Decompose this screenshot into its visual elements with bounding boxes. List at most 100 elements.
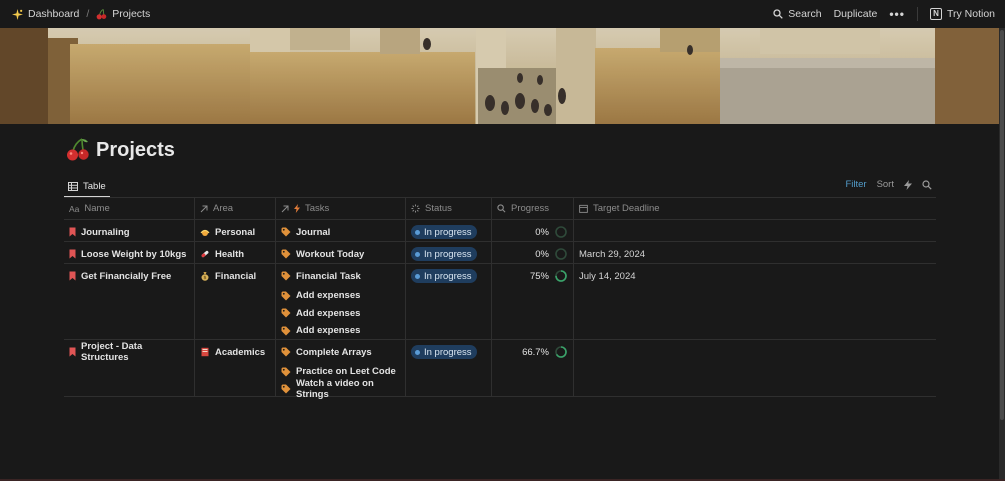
cell-area[interactable]: Health xyxy=(195,242,276,263)
cell-name[interactable]: Get Financially Free xyxy=(64,264,195,339)
breadcrumb-dashboard[interactable]: Dashboard xyxy=(12,8,79,20)
task-label: Practice on Leet Code xyxy=(296,366,396,378)
search-label: Search xyxy=(788,8,822,20)
area-link[interactable]: $ Financial xyxy=(200,269,270,283)
sparkle-icon xyxy=(12,8,23,20)
area-label: Financial xyxy=(215,270,257,282)
cell-name[interactable]: Journaling xyxy=(64,220,195,241)
tag-icon xyxy=(281,347,291,357)
column-header-status[interactable]: Status xyxy=(406,198,492,219)
cell-deadline[interactable]: March 29, 2024 xyxy=(574,242,936,263)
tab-table-label: Table xyxy=(83,180,106,192)
cell-tasks[interactable]: Financial Task Add expenses Add expenses Ad… xyxy=(276,264,406,339)
cell-area[interactable]: $ Financial xyxy=(195,264,276,339)
table-row[interactable]: Journaling Personal Journal In progress 0% xyxy=(64,220,936,242)
column-header-tasks[interactable]: Tasks xyxy=(276,198,406,219)
column-header-progress[interactable]: Progress xyxy=(492,198,574,219)
task-item[interactable]: Complete Arrays xyxy=(281,345,400,359)
task-item[interactable]: Add expenses xyxy=(281,287,400,305)
progress-value: 0% xyxy=(535,226,549,238)
cell-deadline[interactable] xyxy=(574,220,936,241)
status-badge[interactable]: In progress xyxy=(411,247,477,261)
cell-status[interactable]: In progress xyxy=(406,242,492,263)
column-header-deadline[interactable]: Target Deadline xyxy=(574,198,936,219)
status-badge[interactable]: In progress xyxy=(411,345,477,359)
more-options-button[interactable]: ••• xyxy=(889,7,905,21)
status-label: In progress xyxy=(424,346,472,358)
search-button[interactable]: Search xyxy=(773,8,822,20)
column-header-name[interactable]: Aa Name xyxy=(64,198,195,219)
cell-deadline[interactable]: July 14, 2024 xyxy=(574,264,936,339)
scrollbar-thumb[interactable] xyxy=(1000,30,1004,420)
relation-arrow-icon xyxy=(200,205,208,213)
book-icon xyxy=(200,347,210,357)
cell-deadline[interactable] xyxy=(574,340,936,396)
search-icon xyxy=(497,204,506,213)
cell-area[interactable]: Academics xyxy=(195,340,276,396)
cell-status[interactable]: In progress xyxy=(406,264,492,339)
cell-status[interactable]: In progress xyxy=(406,220,492,241)
area-link[interactable]: Health xyxy=(200,247,270,261)
status-badge[interactable]: In progress xyxy=(411,269,477,283)
bookmark-icon xyxy=(69,227,76,237)
table-icon xyxy=(68,181,78,191)
task-item[interactable]: Financial Task xyxy=(281,269,400,283)
tab-table[interactable]: Table xyxy=(64,176,110,198)
tag-icon xyxy=(281,249,291,259)
duplicate-label: Duplicate xyxy=(833,8,878,20)
tag-icon xyxy=(281,326,291,336)
task-label: Add expenses xyxy=(296,307,361,319)
task-item[interactable]: Add expenses xyxy=(281,322,400,340)
breadcrumb-dashboard-label: Dashboard xyxy=(28,8,80,20)
cell-progress[interactable]: 66.7% xyxy=(492,340,574,396)
breadcrumb-projects[interactable]: Projects xyxy=(96,8,150,20)
cell-progress[interactable]: 0% xyxy=(492,242,574,263)
cell-area[interactable]: Personal xyxy=(195,220,276,241)
task-item[interactable]: Journal xyxy=(281,225,400,239)
task-item[interactable]: Workout Today xyxy=(281,247,400,261)
deadline-date: March 29, 2024 xyxy=(579,248,646,260)
cell-name[interactable]: Loose Weight by 10kgs xyxy=(64,242,195,263)
table-row[interactable]: Loose Weight by 10kgs Health Workout Today… xyxy=(64,242,936,264)
status-badge[interactable]: In progress xyxy=(411,225,477,239)
automation-icon[interactable] xyxy=(904,179,912,190)
text-type-icon: Aa xyxy=(69,203,80,214)
table-row[interactable]: Get Financially Free $ Financial Financial … xyxy=(64,264,936,340)
project-name[interactable]: Project - Data Structures xyxy=(81,341,189,363)
tag-icon xyxy=(281,291,291,301)
cell-name[interactable]: Project - Data Structures xyxy=(64,340,195,396)
column-header-area[interactable]: Area xyxy=(195,198,276,219)
sort-button[interactable]: Sort xyxy=(877,179,894,190)
status-loader-icon xyxy=(411,204,420,213)
area-link[interactable]: Personal xyxy=(200,225,270,239)
notion-logo-icon: N xyxy=(929,8,942,20)
cell-status[interactable]: In progress xyxy=(406,340,492,396)
task-label: Workout Today xyxy=(296,248,365,260)
project-name[interactable]: Loose Weight by 10kgs xyxy=(81,249,186,260)
filter-button[interactable]: Filter xyxy=(845,179,866,190)
status-dot-icon xyxy=(415,229,420,235)
task-label: Journal xyxy=(296,226,331,238)
project-name[interactable]: Get Financially Free xyxy=(81,271,171,282)
duplicate-button[interactable]: Duplicate xyxy=(834,8,878,20)
search-icon[interactable] xyxy=(922,179,932,190)
bookmark-icon xyxy=(69,249,76,259)
project-name[interactable]: Journaling xyxy=(81,227,130,238)
cell-tasks[interactable]: Journal xyxy=(276,220,406,241)
cell-progress[interactable]: 0% xyxy=(492,220,574,241)
task-item[interactable]: Add expenses xyxy=(281,304,400,322)
task-item[interactable]: Watch a video on Strings xyxy=(281,378,400,400)
cell-tasks[interactable]: Complete Arrays Practice on Leet Code Watc… xyxy=(276,340,406,400)
status-label: In progress xyxy=(424,226,472,238)
table-row[interactable]: Project - Data Structures Academics Comple… xyxy=(64,340,936,400)
progress-ring-icon xyxy=(554,247,568,261)
area-link[interactable]: Academics xyxy=(200,345,270,359)
try-notion-button[interactable]: N Try Notion xyxy=(929,8,995,20)
task-label: Complete Arrays xyxy=(296,346,372,358)
area-label: Personal xyxy=(215,226,256,238)
page-title: Projects xyxy=(66,138,175,162)
view-bar: Table Filter Sort xyxy=(64,176,936,198)
progress-ring-icon xyxy=(554,345,568,359)
cell-progress[interactable]: 75% xyxy=(492,264,574,339)
cell-tasks[interactable]: Workout Today xyxy=(276,242,406,263)
